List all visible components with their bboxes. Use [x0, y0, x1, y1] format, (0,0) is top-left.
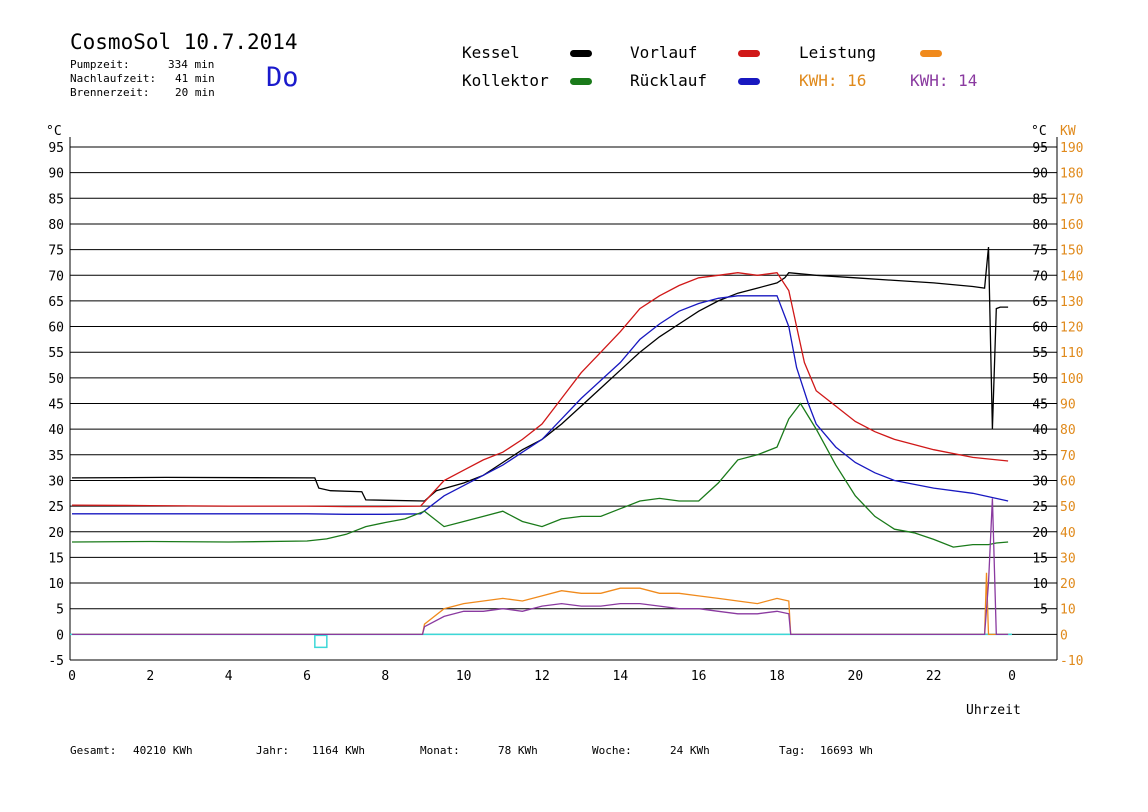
- y-tick-label-right: 5: [1040, 603, 1048, 618]
- x-tick-label: 6: [303, 669, 311, 684]
- series-line-leistung: [72, 572, 1009, 636]
- y-tick-label-left: 45: [48, 398, 64, 413]
- x-tick-label: 18: [769, 669, 785, 684]
- y2-tick-label: 0: [1060, 628, 1068, 643]
- footer-jahr-label: Jahr:: [256, 744, 290, 757]
- y-tick-label-left: 95: [48, 141, 64, 156]
- y-tick-label-left: 30: [48, 474, 64, 489]
- y-tick-label-left: 85: [48, 192, 64, 207]
- x-tick-label: 0: [68, 669, 76, 684]
- y-tick-label-right: 25: [1032, 500, 1048, 515]
- x-tick-label: 20: [848, 669, 864, 684]
- y-tick-label-right: 95: [1032, 141, 1048, 156]
- footer-gesamt-label: Gesamt:: [70, 744, 117, 757]
- y-tick-label-left: 55: [48, 346, 64, 361]
- y-tick-label-right: 65: [1032, 295, 1048, 310]
- y-tick-label-left: 80: [48, 218, 64, 233]
- y2-tick-label: -10: [1060, 654, 1083, 669]
- x-tick-label: 14: [613, 669, 629, 684]
- y-tick-label-left: 35: [48, 449, 64, 464]
- series-line-vorlauf: [71, 272, 1009, 508]
- y-tick-label-left: 40: [48, 423, 64, 438]
- x-tick-label: 22: [926, 669, 942, 684]
- series-line-r-cklauf: [72, 295, 1009, 515]
- y2-tick-label: 190: [1060, 141, 1083, 156]
- y2-tick-label: 120: [1060, 321, 1083, 336]
- footer-monat-value: 78 KWh: [498, 744, 538, 757]
- y-tick-label-left: 10: [48, 577, 64, 592]
- footer-woche-value: 24 KWh: [670, 744, 710, 757]
- x-tick-label: 4: [225, 669, 233, 684]
- y-tick-label-left: 65: [48, 295, 64, 310]
- y2-tick-label: 140: [1060, 269, 1083, 284]
- baseline-marker: [314, 634, 328, 649]
- y2-tick-label: 150: [1060, 244, 1083, 259]
- y2-tick-label: 90: [1060, 398, 1076, 413]
- y2-tick-label: 160: [1060, 218, 1083, 233]
- y2-tick-label: 30: [1060, 551, 1076, 566]
- y-tick-label-left: 90: [48, 167, 64, 182]
- x-axis-label: Uhrzeit: [966, 703, 1021, 718]
- y2-tick-label: 10: [1060, 603, 1076, 618]
- y-tick-label-left: 15: [48, 551, 64, 566]
- footer-tag-label: Tag:: [779, 744, 806, 757]
- y2-tick-label: 50: [1060, 500, 1076, 515]
- y-tick-label-right: 40: [1032, 423, 1048, 438]
- y-tick-label-right: 55: [1032, 346, 1048, 361]
- y2-tick-label: 80: [1060, 423, 1076, 438]
- y2-tick-label: 130: [1060, 295, 1083, 310]
- x-tick-label: 12: [534, 669, 550, 684]
- y-axis-unit-right: °C: [1031, 124, 1047, 139]
- footer-woche-label: Woche:: [592, 744, 632, 757]
- y-tick-label-right: 35: [1032, 449, 1048, 464]
- y-tick-label-left: 50: [48, 372, 64, 387]
- y-tick-label-left: 0: [56, 628, 64, 643]
- y2-tick-label: 170: [1060, 192, 1083, 207]
- y-tick-label-left: 5: [56, 603, 64, 618]
- y-tick-label-left: 20: [48, 526, 64, 541]
- y2-tick-label: 100: [1060, 372, 1083, 387]
- y2-tick-label: 180: [1060, 167, 1083, 182]
- y-tick-label-right: 60: [1032, 321, 1048, 336]
- y-tick-label-left: 75: [48, 244, 64, 259]
- y-tick-label-right: 45: [1032, 398, 1048, 413]
- y-tick-label-left: 70: [48, 269, 64, 284]
- y2-axis-unit: KW: [1060, 124, 1076, 139]
- y2-tick-label: 20: [1060, 577, 1076, 592]
- y2-tick-label: 70: [1060, 449, 1076, 464]
- y-tick-label-right: 15: [1032, 551, 1048, 566]
- series-line-kwh-14: [72, 498, 1009, 636]
- y-tick-label-right: 50: [1032, 372, 1048, 387]
- y-tick-label-left: -5: [48, 654, 64, 669]
- y-tick-label-right: 75: [1032, 244, 1048, 259]
- footer-jahr-value: 1164 KWh: [312, 744, 365, 757]
- y2-tick-label: 110: [1060, 346, 1083, 361]
- footer-tag-value: 16693 Wh: [820, 744, 873, 757]
- x-tick-label: 16: [691, 669, 707, 684]
- temperature-chart: °C °C KW Uhrzeit -5051015202530354045505…: [46, 124, 1083, 718]
- footer-monat-label: Monat:: [420, 744, 460, 757]
- y-tick-label-right: 10: [1032, 577, 1048, 592]
- x-tick-label: 0: [1008, 669, 1016, 684]
- x-tick-label: 10: [456, 669, 472, 684]
- y2-tick-label: 60: [1060, 474, 1076, 489]
- y-tick-label-right: 20: [1032, 526, 1048, 541]
- y-axis-unit-left: °C: [46, 124, 62, 139]
- y-tick-label-left: 25: [48, 500, 64, 515]
- x-tick-label: 2: [146, 669, 154, 684]
- y-tick-label-left: 60: [48, 321, 64, 336]
- y-tick-label-right: 85: [1032, 192, 1048, 207]
- series-line-kessel: [71, 246, 1009, 502]
- y2-tick-label: 40: [1060, 526, 1076, 541]
- x-tick-label: 8: [381, 669, 389, 684]
- y-tick-label-right: 70: [1032, 269, 1048, 284]
- footer-gesamt-value: 40210 KWh: [133, 744, 193, 757]
- y-tick-label-right: 30: [1032, 474, 1048, 489]
- y-tick-label-right: 90: [1032, 167, 1048, 182]
- y-tick-label-right: 80: [1032, 218, 1048, 233]
